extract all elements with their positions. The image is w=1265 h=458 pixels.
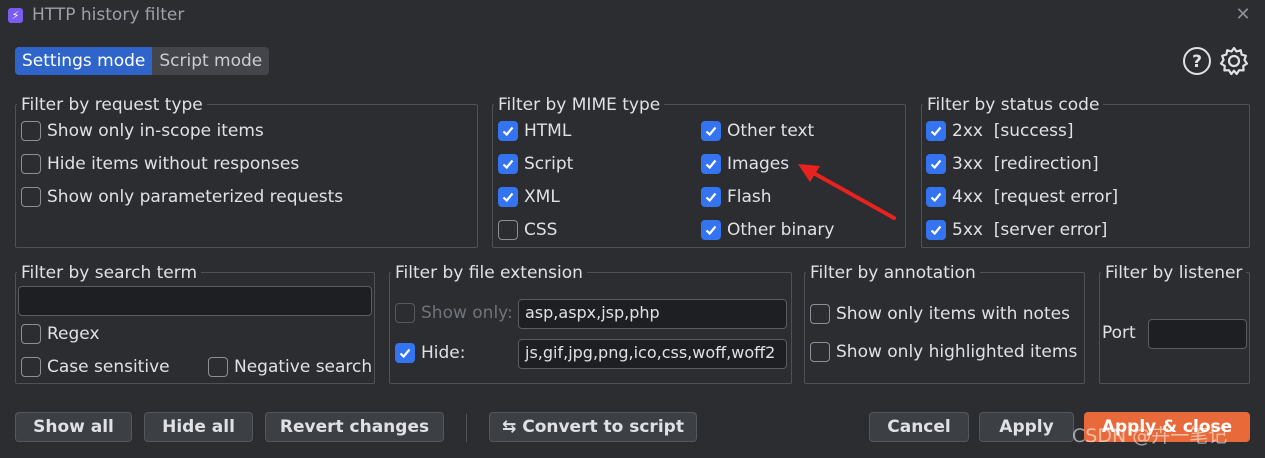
- hide-no-response-checkbox[interactable]: Hide items without responses: [21, 154, 299, 174]
- checkbox-label: Show only:: [421, 303, 513, 323]
- checkbox-box: [810, 342, 830, 362]
- notes-checkbox[interactable]: Show only items with notes: [810, 304, 1070, 324]
- check-icon: [926, 220, 946, 240]
- revert-changes-button[interactable]: Revert changes: [265, 412, 444, 442]
- mime-flash-checkbox[interactable]: Flash: [701, 187, 772, 207]
- check-icon: [926, 121, 946, 141]
- checkbox-box: [810, 304, 830, 324]
- mime-script-checkbox[interactable]: Script: [498, 154, 573, 174]
- checkbox-label: Case sensitive: [47, 357, 170, 377]
- show-only-extension-input[interactable]: asp,aspx,jsp,php: [518, 299, 787, 329]
- status-5xx-checkbox[interactable]: 5xx [server error]: [926, 220, 1107, 240]
- cancel-button[interactable]: Cancel: [869, 412, 969, 442]
- mime-images-checkbox[interactable]: Images: [701, 154, 789, 174]
- svg-text:?: ?: [1192, 52, 1202, 72]
- status-2xx-checkbox[interactable]: 2xx [success]: [926, 121, 1074, 141]
- check-icon: [498, 187, 518, 207]
- request-type-legend: Filter by request type: [17, 95, 207, 115]
- checkbox-label: Negative search: [234, 357, 373, 377]
- mime-html-checkbox[interactable]: HTML: [498, 121, 571, 141]
- check-icon: [498, 154, 518, 174]
- check-icon: [926, 154, 946, 174]
- negative-search-checkbox[interactable]: Negative search: [208, 357, 372, 377]
- checkbox-label: Hide:: [421, 343, 466, 363]
- apply-button[interactable]: Apply: [979, 412, 1074, 442]
- checkbox-label: Show only highlighted items: [836, 342, 1078, 362]
- checkbox-label: CSS: [524, 220, 558, 240]
- checkbox-label: Flash: [727, 187, 772, 207]
- window-title: HTTP history filter: [32, 5, 185, 25]
- check-icon: [926, 187, 946, 207]
- port-input[interactable]: [1148, 319, 1247, 349]
- mime-xml-checkbox[interactable]: XML: [498, 187, 560, 207]
- check-icon: [395, 343, 415, 363]
- show-only-extension-checkbox[interactable]: Show only:: [395, 303, 513, 323]
- regex-checkbox[interactable]: Regex: [21, 324, 100, 344]
- hide-all-button[interactable]: Hide all: [144, 412, 253, 442]
- checkbox-label: 4xx [request error]: [952, 187, 1119, 207]
- status-4xx-checkbox[interactable]: 4xx [request error]: [926, 187, 1118, 207]
- checkbox-label: 3xx [redirection]: [952, 154, 1099, 174]
- annotation-arrow: [798, 164, 896, 220]
- status-3xx-checkbox[interactable]: 3xx [redirection]: [926, 154, 1099, 174]
- checkbox-box: [395, 303, 415, 323]
- checkbox-box: [21, 357, 41, 377]
- annotation-group: [804, 272, 1085, 384]
- gear-icon[interactable]: [1218, 45, 1250, 77]
- mime-other-text-checkbox[interactable]: Other text: [701, 121, 814, 141]
- highlighted-checkbox[interactable]: Show only highlighted items: [810, 342, 1077, 362]
- checkbox-box: [498, 220, 518, 240]
- checkbox-label: Show only in-scope items: [47, 121, 264, 141]
- parameterized-checkbox[interactable]: Show only parameterized requests: [21, 187, 343, 207]
- checkbox-label: Hide items without responses: [47, 154, 300, 174]
- search-term-legend: Filter by search term: [17, 263, 202, 283]
- check-icon: [498, 121, 518, 141]
- checkbox-label: Regex: [47, 324, 100, 344]
- convert-to-script-button[interactable]: ⇆ Convert to script: [489, 412, 697, 442]
- checkbox-label: HTML: [524, 121, 572, 141]
- close-icon[interactable]: ✕: [1235, 4, 1251, 25]
- settings-mode-button[interactable]: Settings mode: [15, 47, 153, 75]
- show-all-button[interactable]: Show all: [15, 412, 132, 442]
- checkbox-box: [21, 121, 41, 141]
- listener-legend: Filter by listener: [1101, 263, 1247, 283]
- checkbox-box: [208, 357, 228, 377]
- check-icon: [701, 121, 721, 141]
- checkbox-box: [21, 154, 41, 174]
- search-input[interactable]: [18, 286, 372, 316]
- case-sensitive-checkbox[interactable]: Case sensitive: [21, 357, 170, 377]
- mode-toggle: Settings mode Script mode: [15, 47, 270, 75]
- checkbox-label: 2xx [success]: [952, 121, 1074, 141]
- in-scope-checkbox[interactable]: Show only in-scope items: [21, 121, 264, 141]
- checkbox-box: [21, 187, 41, 207]
- convert-label: Convert to script: [522, 417, 684, 437]
- checkbox-label: Show only parameterized requests: [47, 187, 344, 207]
- help-icon[interactable]: ?: [1182, 46, 1212, 76]
- script-mode-button[interactable]: Script mode: [152, 47, 269, 75]
- port-label: Port: [1102, 323, 1136, 343]
- hide-extension-input[interactable]: js,gif,jpg,png,ico,css,woff,woff2: [518, 339, 787, 369]
- button-separator: [466, 414, 467, 442]
- checkbox-label: XML: [524, 187, 560, 207]
- watermark: CSDN @卉一笔记: [1072, 425, 1228, 447]
- checkbox-label: Script: [524, 154, 574, 174]
- checkbox-label: Show only items with notes: [836, 304, 1070, 324]
- annotation-legend: Filter by annotation: [806, 263, 980, 283]
- app-icon: ⚡: [8, 8, 23, 23]
- checkbox-label: Images: [727, 154, 790, 174]
- file-extension-legend: Filter by file extension: [391, 263, 587, 283]
- swap-icon: ⇆: [502, 417, 517, 437]
- title-bar: [0, 0, 1265, 32]
- checkbox-label: 5xx [server error]: [952, 220, 1108, 240]
- status-code-legend: Filter by status code: [923, 95, 1104, 115]
- checkbox-box: [21, 324, 41, 344]
- mime-type-legend: Filter by MIME type: [494, 95, 665, 115]
- check-icon: [701, 154, 721, 174]
- check-icon: [701, 187, 721, 207]
- check-icon: [701, 220, 721, 240]
- hide-extension-checkbox[interactable]: Hide:: [395, 343, 465, 363]
- mime-css-checkbox[interactable]: CSS: [498, 220, 557, 240]
- checkbox-label: Other text: [727, 121, 815, 141]
